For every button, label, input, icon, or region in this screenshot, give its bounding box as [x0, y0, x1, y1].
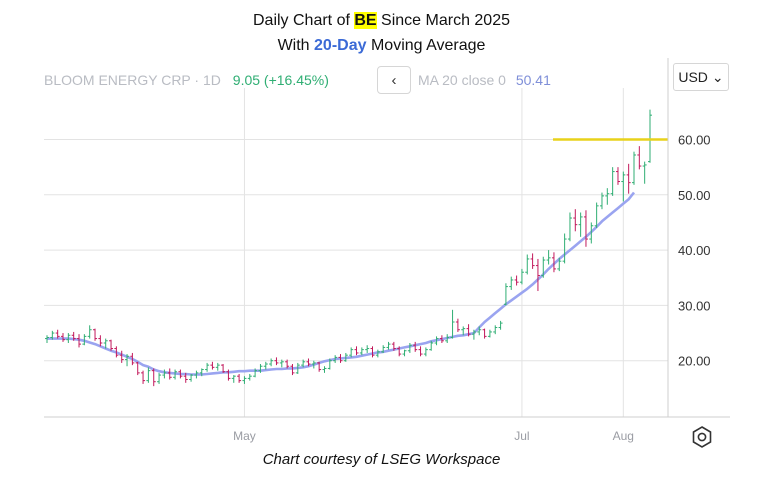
y-tick-label: 20.00	[678, 354, 711, 369]
chevron-down-icon: ⌄	[711, 68, 724, 85]
candle	[519, 268, 524, 285]
candle	[487, 329, 492, 338]
candle	[146, 367, 151, 383]
candle	[354, 346, 359, 356]
candle	[637, 146, 642, 170]
candle	[583, 210, 588, 247]
candle	[269, 358, 274, 367]
candle	[370, 346, 375, 358]
ma-legend: MA 20 close 0 50.41	[418, 72, 551, 88]
y-tick-label: 50.00	[678, 188, 711, 203]
candle	[610, 167, 615, 196]
x-tick-label: Jul	[514, 429, 529, 443]
candle	[359, 347, 364, 356]
candle	[450, 309, 455, 339]
chart-credit: Chart courtesy of LSEG Workspace	[262, 451, 501, 468]
candle	[493, 325, 498, 335]
collapse-legend-button[interactable]: ‹	[377, 66, 411, 94]
candle	[237, 373, 242, 383]
candle	[578, 212, 583, 237]
chevron-left-icon: ‹	[391, 71, 397, 89]
candle	[482, 328, 487, 339]
candle	[210, 361, 215, 370]
candle	[546, 250, 551, 265]
candle	[621, 171, 626, 202]
candle	[498, 320, 503, 330]
candlestick-layer	[45, 109, 652, 387]
chart-legend: BLOOM ENERGY CRP · 1D 9.05 (+16.45%)	[44, 72, 329, 88]
candle	[349, 347, 354, 358]
candle	[567, 212, 572, 242]
ma-line	[47, 191, 636, 376]
candle	[322, 366, 327, 373]
legend-dot: ·	[194, 72, 203, 88]
candle	[365, 345, 370, 353]
gear-icon[interactable]	[690, 425, 714, 449]
moving-average-layer	[47, 191, 636, 376]
candle	[455, 318, 460, 332]
candle	[514, 275, 519, 286]
candle	[648, 109, 652, 163]
candle	[423, 347, 428, 357]
candle	[573, 209, 578, 232]
candle	[55, 329, 60, 339]
candle	[626, 163, 631, 194]
candle	[386, 341, 391, 350]
candle	[615, 167, 620, 185]
candle	[274, 357, 279, 366]
legend-instrument: BLOOM ENERGY CRP	[44, 72, 191, 88]
legend-change: 9.05 (+16.45%)	[232, 72, 329, 88]
ma-legend-value: 50.41	[515, 72, 551, 88]
candle	[263, 361, 268, 370]
candle	[407, 343, 412, 353]
candle	[247, 373, 252, 381]
candle	[631, 151, 636, 185]
y-tick-label: 40.00	[678, 243, 711, 258]
candle	[402, 349, 407, 357]
candle	[93, 328, 98, 341]
candle	[205, 362, 210, 372]
candle	[157, 372, 162, 384]
candle	[525, 254, 530, 275]
ma-legend-label: MA 20 close 0	[418, 72, 506, 88]
x-tick-label: Aug	[613, 429, 634, 443]
candle	[413, 341, 418, 352]
candle	[530, 253, 535, 269]
candle	[418, 346, 423, 357]
currency-label: USD	[678, 69, 708, 85]
candle	[605, 188, 610, 205]
candle	[242, 376, 247, 384]
candle	[642, 161, 647, 184]
candle	[215, 362, 220, 371]
x-tick-label: May	[233, 429, 256, 443]
legend-interval: 1D	[202, 72, 221, 88]
candle	[535, 258, 540, 292]
currency-selector[interactable]: USD ⌄	[673, 63, 729, 91]
candle	[141, 370, 146, 384]
candle	[562, 233, 567, 264]
candle	[509, 276, 514, 290]
y-tick-label: 30.00	[678, 298, 711, 313]
candle	[231, 375, 236, 383]
candle	[87, 325, 92, 339]
y-tick-label: 60.00	[678, 133, 711, 148]
